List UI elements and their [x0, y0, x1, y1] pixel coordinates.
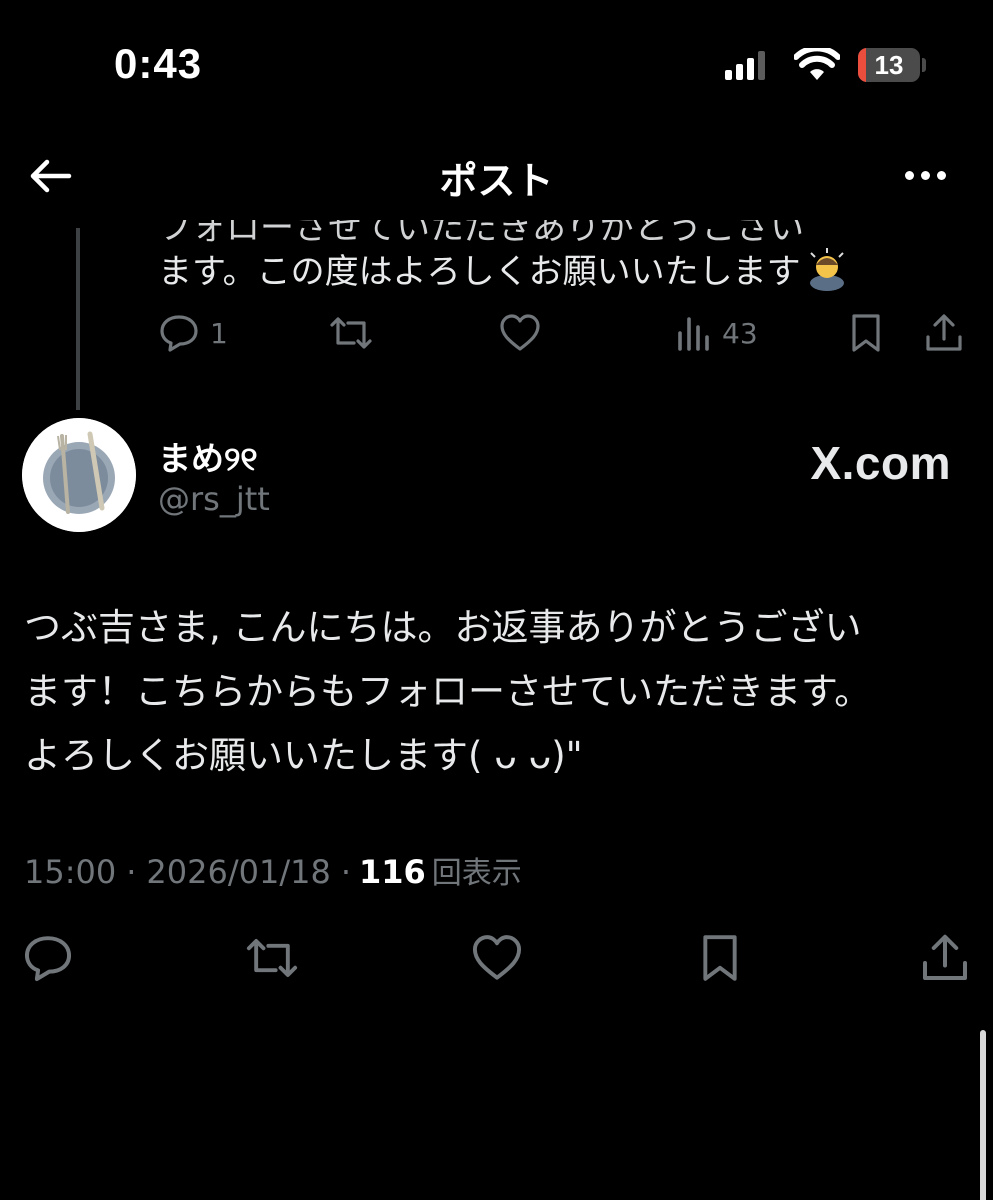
previous-post-text: ます。この度はよろしくお願いいたします	[158, 244, 849, 293]
wifi-icon	[793, 45, 841, 86]
post-body: つぶ吉さま, こんにちは。お返事ありがとうござい ます！こちらからもフォローさせ…	[24, 596, 969, 788]
meta-separator: ·	[340, 853, 351, 891]
analytics-icon	[678, 317, 709, 351]
display-name[interactable]: まめ୨୧	[158, 432, 258, 480]
like-button[interactable]	[470, 928, 524, 988]
share-button[interactable]	[924, 308, 964, 358]
more-options-button[interactable]	[890, 155, 960, 195]
repost-icon	[246, 939, 298, 977]
x-watermark-logo: X.com	[810, 437, 951, 489]
reply-icon	[24, 936, 72, 982]
post-date: 2026/01/18	[146, 853, 331, 891]
status-time: 0:43	[114, 40, 203, 87]
bookmark-icon	[703, 935, 737, 981]
repost-button[interactable]	[244, 928, 300, 988]
share-button[interactable]	[920, 928, 970, 988]
scrollbar[interactable]	[980, 1030, 986, 1200]
like-button[interactable]	[498, 308, 542, 358]
person-bowing-emoji-icon	[805, 247, 849, 291]
post-body-line: つぶ吉さま, こんにちは。お返事ありがとうござい	[24, 606, 862, 649]
post-body-line: よろしくお願いいたします( ᴗ ᴗ)"	[24, 734, 583, 777]
bookmark-icon	[852, 314, 880, 352]
view-count: 43	[722, 316, 758, 350]
user-handle[interactable]: @rs_jtt	[158, 480, 270, 518]
meta-separator: ·	[126, 853, 137, 891]
page-title: ポスト	[439, 159, 554, 203]
post-metadata: 15:00 · 2026/01/18 · 116 回表示	[24, 848, 522, 892]
previous-post-text-cutoff: フォローさせていただきありがとうござい	[158, 208, 804, 248]
repost-icon	[330, 317, 372, 349]
battery-tip	[922, 58, 926, 72]
share-icon	[926, 314, 962, 351]
previous-post-action-bar: 1 43	[158, 308, 968, 358]
cellular-signal-icon	[725, 50, 767, 80]
reply-button[interactable]	[22, 928, 74, 988]
more-horizontal-icon	[904, 170, 914, 180]
post-detail-screen: 0:43 13 ポスト フォローさせていただきありがとうござい ます。この度はよ…	[0, 0, 993, 1200]
share-icon	[923, 934, 967, 980]
previous-post-text-line: ます。この度はよろしくお願いいたします	[158, 252, 801, 292]
reply-button[interactable]: 1	[158, 308, 228, 358]
post-time: 15:00	[24, 853, 117, 891]
heart-icon	[500, 314, 540, 351]
avatar[interactable]	[22, 418, 136, 532]
view-count[interactable]: 116	[359, 853, 426, 891]
main-post-action-bar	[0, 928, 993, 988]
reply-icon	[160, 315, 198, 352]
thread-connector-line	[76, 228, 80, 410]
battery-level: 13	[874, 50, 904, 80]
views-label: 回表示	[431, 856, 522, 891]
views-button[interactable]: 43	[676, 308, 758, 358]
bookmark-button[interactable]	[698, 928, 742, 988]
repost-button[interactable]	[328, 308, 374, 358]
reply-count: 1	[210, 316, 228, 350]
battery-icon: 13	[858, 48, 920, 82]
post-body-line: ます！こちらからもフォローさせていただきます。	[24, 670, 872, 713]
heart-icon	[472, 935, 522, 980]
bookmark-button[interactable]	[848, 308, 884, 358]
